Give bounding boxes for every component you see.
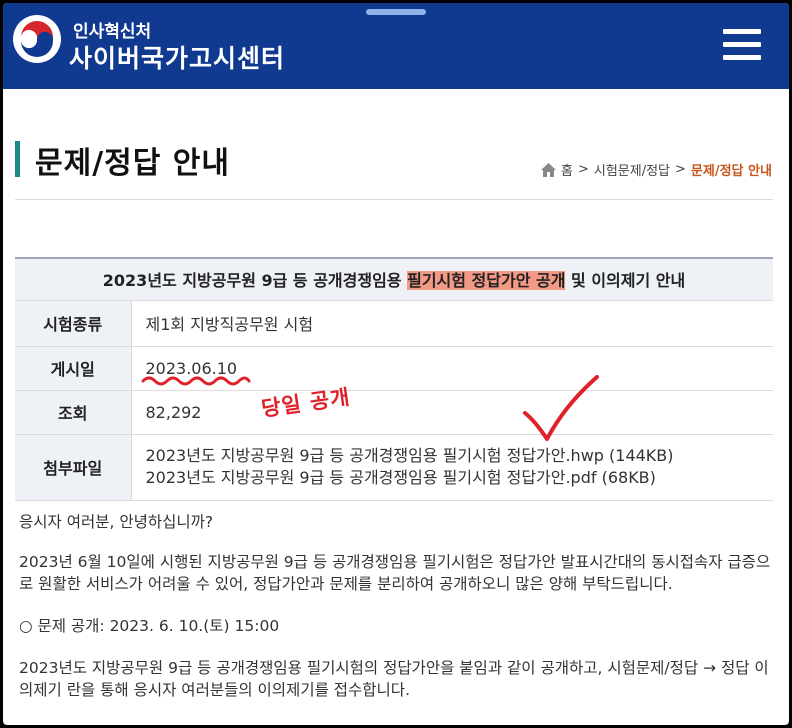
attachment-link-pdf[interactable]: 2023년도 지방공무원 9급 등 공개경쟁임용 필기시험 정답가안.pdf (… [146, 467, 774, 489]
post-title-after: 및 이의제기 안내 [565, 271, 686, 291]
screen: 인사혁신처 사이버국가고시센터 문제/정답 안내 홈 > 시험문제/정답 > 문… [3, 3, 789, 725]
attachments-label: 첨부파일 [15, 434, 132, 501]
page-title: 문제/정답 안내 [35, 146, 231, 181]
home-icon[interactable] [541, 162, 556, 177]
red-underline-squiggle-icon [141, 376, 251, 386]
table-row: 조회 82,292 [15, 390, 773, 435]
body-paragraph-1: 2023년 6월 10일에 시행된 지방공무원 9급 등 공개경쟁임용 필기시험… [19, 553, 771, 593]
title-accent-bar [15, 141, 20, 177]
exam-type-label: 시험종류 [15, 300, 132, 347]
attachments-value: 2023년도 지방공무원 9급 등 공개경쟁임용 필기시험 정답가안.hwp (… [131, 434, 774, 501]
views-label: 조회 [15, 390, 132, 435]
post-date-label: 게시일 [15, 346, 132, 391]
post-body: 응시자 여러분, 안녕하십니까? 2023년 6월 10일에 시행된 지방공무원… [19, 511, 779, 721]
breadcrumb-separator: > [675, 162, 686, 177]
status-notch [366, 9, 426, 15]
body-paragraph-2: 2023년도 지방공무원 9급 등 공개경쟁임용 필기시험의 정답가안을 붙임과… [19, 659, 769, 699]
breadcrumb-current: 문제/정답 안내 [690, 164, 772, 179]
breadcrumb: 홈 > 시험문제/정답 > 문제/정답 안내 [541, 160, 772, 179]
breadcrumb-separator: > [577, 162, 589, 177]
attachment-link-hwp[interactable]: 2023년도 지방공무원 9급 등 공개경쟁임용 필기시험 정답가안.hwp (… [146, 445, 774, 467]
post-title: 2023년도 지방공무원 9급 등 공개경쟁임용 필기시험 정답가안 공개 및 … [15, 257, 773, 301]
breadcrumb-level1[interactable]: 시험문제/정답 [594, 160, 670, 179]
table-row: 게시일 2023.06.10 [15, 346, 773, 391]
greeting-text: 응시자 여러분, 안녕하십니까? [19, 513, 214, 531]
breadcrumb-home[interactable]: 홈 [561, 160, 573, 179]
post-title-before: 2023년도 지방공무원 9급 등 공개경쟁임용 [102, 271, 408, 291]
views-value: 82,292 [131, 390, 773, 435]
table-row: 첨부파일 2023년도 지방공무원 9급 등 공개경쟁임용 필기시험 정답가안.… [15, 434, 774, 501]
hamburger-menu-icon[interactable] [723, 29, 761, 61]
red-checkmark-icon [523, 375, 599, 441]
post-info-table: 2023년도 지방공무원 9급 등 공개경쟁임용 필기시험 정답가안 공개 및 … [15, 257, 773, 501]
exam-type-value: 제1회 지방직공무원 시험 [131, 300, 773, 347]
site-name[interactable]: 사이버국가고시센터 [69, 39, 285, 75]
table-row: 시험종류 제1회 지방직공무원 시험 [15, 300, 773, 347]
post-title-highlight: 필기시험 정답가안 공개 [407, 271, 566, 291]
government-logo-icon[interactable] [13, 15, 61, 63]
divider [15, 199, 773, 200]
schedule-text: ○ 문제 공개: 2023. 6. 10.(토) 15:00 [19, 617, 280, 635]
site-header: 인사혁신처 사이버국가고시센터 [3, 3, 789, 89]
